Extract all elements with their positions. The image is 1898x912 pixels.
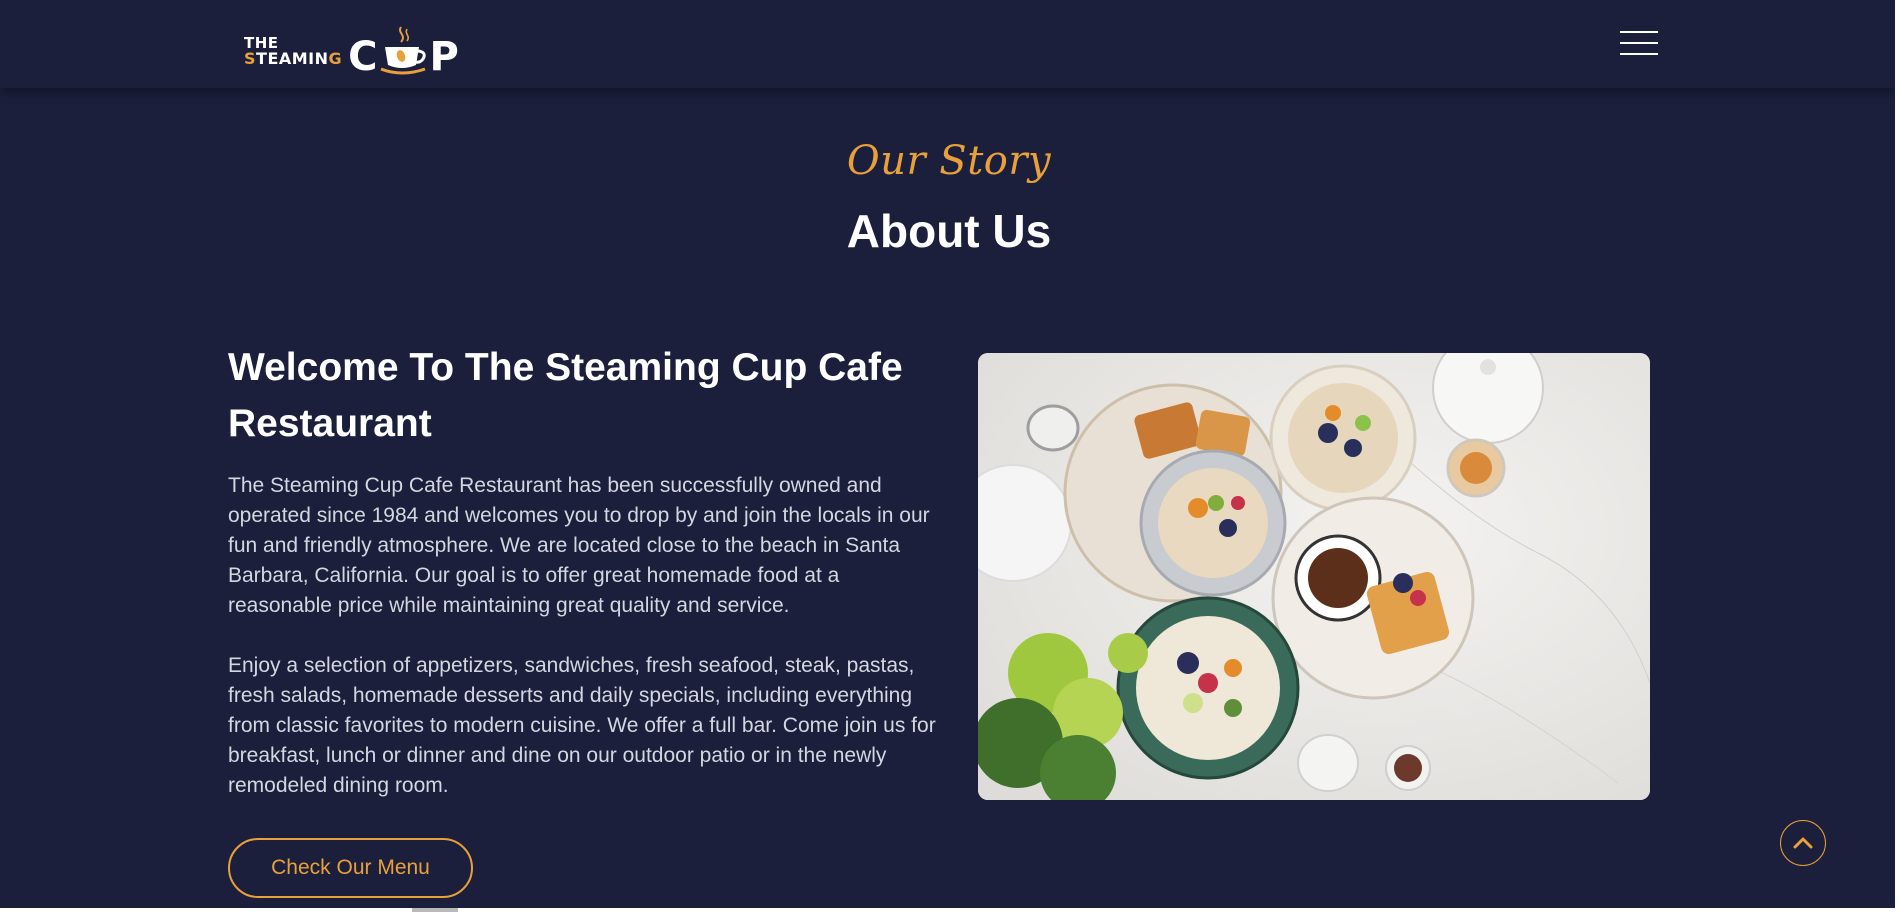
scroll-to-top-button[interactable] bbox=[1780, 820, 1826, 866]
logo-cup-word: C P bbox=[348, 25, 459, 77]
hamburger-line bbox=[1620, 31, 1658, 33]
logo-steaming: STEAMING bbox=[244, 48, 343, 68]
logo-c: C bbox=[348, 34, 378, 80]
coffee-cup-icon bbox=[379, 26, 426, 75]
section-subtitle: Our Story bbox=[846, 138, 1052, 184]
logo-p: P bbox=[429, 34, 459, 80]
hamburger-menu-icon[interactable] bbox=[1620, 31, 1658, 55]
chevron-up-icon bbox=[1793, 837, 1813, 849]
site-logo[interactable]: THE STEAMING C P bbox=[244, 10, 484, 78]
hamburger-line bbox=[1620, 53, 1658, 55]
food-photo bbox=[978, 353, 1650, 800]
hamburger-line bbox=[1620, 42, 1658, 44]
logo-small-text: THE STEAMING bbox=[244, 35, 343, 68]
horizontal-scrollbar[interactable] bbox=[0, 908, 1898, 912]
site-header: THE STEAMING C P bbox=[0, 0, 1898, 88]
about-paragraph-2: Enjoy a selection of appetizers, sandwic… bbox=[228, 654, 936, 797]
horizontal-scrollbar-thumb[interactable] bbox=[412, 908, 458, 912]
page: THE STEAMING C P Our Story About Us Welc… bbox=[0, 0, 1898, 912]
about-paragraph-1: The Steaming Cup Cafe Restaurant has bee… bbox=[228, 474, 930, 617]
check-menu-button[interactable]: Check Our Menu bbox=[228, 838, 473, 898]
section-title: About Us bbox=[846, 205, 1052, 257]
welcome-heading: Welcome To The Steaming Cup Cafe Restaur… bbox=[228, 346, 903, 445]
breakfast-spread-illustration bbox=[978, 353, 1650, 800]
